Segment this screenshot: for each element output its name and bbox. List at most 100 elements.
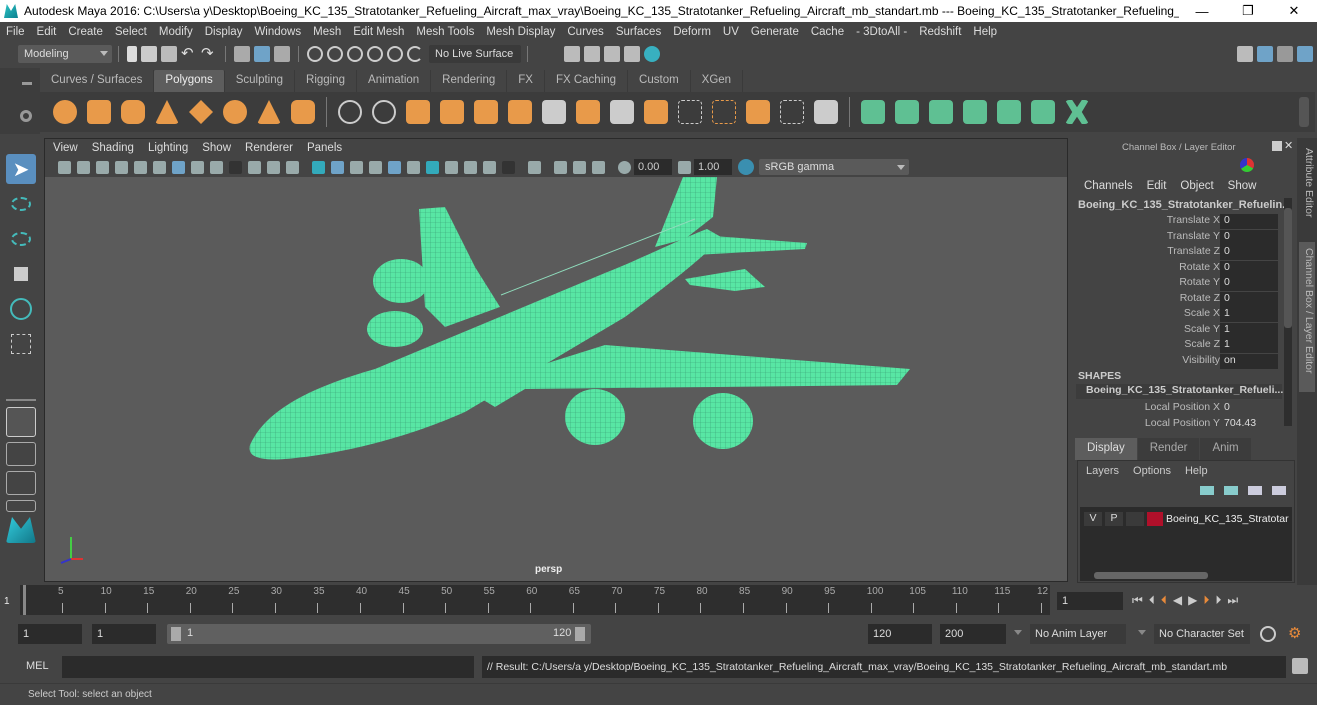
attribute-editor-tab[interactable]: Attribute Editor: [1299, 142, 1315, 238]
ipr-render-icon[interactable]: [604, 46, 620, 62]
playback-start-field[interactable]: 1: [92, 624, 156, 644]
shelf-tab-curves-surfaces[interactable]: Curves / Surfaces: [40, 70, 155, 92]
redo-icon[interactable]: ↷: [201, 46, 217, 62]
layer-visibility-toggle[interactable]: V: [1084, 512, 1102, 526]
channel-row[interactable]: Translate Z0: [1072, 245, 1290, 261]
menu-generate[interactable]: Generate: [751, 26, 799, 38]
channel-row[interactable]: Translate Y0: [1072, 229, 1290, 246]
shelf-tab-custom[interactable]: Custom: [628, 70, 691, 92]
resolution-gate-icon[interactable]: [210, 160, 223, 174]
menu-cache[interactable]: Cache: [811, 26, 844, 38]
menu-edit[interactable]: Edit: [37, 26, 57, 38]
snap-point-icon[interactable]: [347, 46, 363, 62]
step-forward-key-icon[interactable]: ⏵: [1203, 593, 1209, 608]
menu-mesh-tools[interactable]: Mesh Tools: [416, 26, 474, 38]
go-to-end-icon[interactable]: ⏭: [1227, 593, 1238, 608]
lights-icon[interactable]: [407, 160, 420, 174]
bevel-edge-icon[interactable]: [678, 100, 702, 124]
menuset-dropdown[interactable]: Modeling: [18, 45, 112, 63]
color-space-dropdown[interactable]: sRGB gamma: [759, 159, 909, 175]
panel-menu-lighting[interactable]: Lighting: [148, 142, 188, 154]
layer-playback-toggle[interactable]: P: [1105, 512, 1123, 526]
single-perspective-layout-icon[interactable]: [6, 407, 36, 437]
panel-menu-shading[interactable]: Shading: [92, 142, 134, 154]
script-language-toggle[interactable]: MEL: [26, 660, 49, 672]
layer-hscrollbar[interactable]: [1082, 571, 1290, 579]
menu-edit-mesh[interactable]: Edit Mesh: [353, 26, 404, 38]
poly-pipe-icon[interactable]: [291, 100, 315, 124]
select-hierarchy-icon[interactable]: [234, 46, 250, 62]
image-plane-icon[interactable]: [115, 160, 128, 174]
menu-file[interactable]: File: [6, 26, 25, 38]
layer-tab-display[interactable]: Display: [1075, 438, 1137, 460]
planar-map-icon[interactable]: [861, 100, 885, 124]
channel-value[interactable]: 0: [1220, 229, 1278, 245]
menu-modify[interactable]: Modify: [159, 26, 193, 38]
poly-cube-icon[interactable]: [87, 100, 111, 124]
poly-sphere-icon[interactable]: [53, 100, 77, 124]
channel-row[interactable]: Scale Z1: [1072, 338, 1290, 354]
depth-of-field-icon[interactable]: [502, 160, 515, 174]
uv-editor-icon[interactable]: [1031, 100, 1055, 124]
channel-value[interactable]: 1: [1220, 338, 1278, 353]
separate-icon[interactable]: [372, 100, 396, 124]
close-button[interactable]: ✕: [1271, 3, 1317, 19]
poly-cone-icon[interactable]: [155, 100, 179, 124]
script-editor-icon[interactable]: [1292, 658, 1308, 674]
range-bar[interactable]: 1 120: [167, 624, 591, 644]
animation-end-field[interactable]: 200: [940, 624, 1006, 644]
shape-name[interactable]: Boeing_KC_135_Stratotanker_Refueli...: [1076, 384, 1283, 399]
playback-end-field[interactable]: 120: [868, 624, 932, 644]
layer-menu-options[interactable]: Options: [1133, 465, 1171, 477]
rotate-tool-icon[interactable]: [6, 294, 36, 324]
channel-value[interactable]: on: [1220, 353, 1278, 369]
gamma-icon[interactable]: [678, 160, 691, 174]
play-backwards-icon[interactable]: ◀: [1173, 593, 1182, 608]
panel-menu-view[interactable]: View: [53, 142, 78, 154]
smooth-icon[interactable]: [440, 100, 464, 124]
wireframe-on-shaded-icon[interactable]: [369, 160, 382, 174]
grid-toggle-icon[interactable]: [172, 160, 185, 174]
object-name[interactable]: Boeing_KC_135_Stratotanker_Refuelin...: [1078, 199, 1291, 211]
restore-button[interactable]: ❐: [1225, 3, 1271, 19]
menu-help[interactable]: Help: [973, 26, 997, 38]
automatic-map-icon[interactable]: [963, 100, 987, 124]
xray-active-icon[interactable]: [573, 160, 586, 174]
gate-mask-icon[interactable]: [229, 160, 242, 174]
close-panel-icon[interactable]: ✕: [1284, 139, 1293, 152]
color-management-toggle-icon[interactable]: [738, 159, 754, 175]
aircraft-model[interactable]: [249, 177, 910, 460]
go-to-start-icon[interactable]: ⏮: [1132, 593, 1143, 608]
shelf-menu-icon[interactable]: [22, 82, 32, 85]
character-set-chevron-icon[interactable]: [1138, 630, 1146, 635]
menu-surfaces[interactable]: Surfaces: [616, 26, 661, 38]
menu-3dtoall[interactable]: - 3DtoAll -: [856, 26, 907, 38]
panel-menu-show[interactable]: Show: [202, 142, 231, 154]
layer-name[interactable]: Boeing_KC_135_Stratotar: [1166, 513, 1289, 525]
exposure-icon[interactable]: [618, 160, 631, 174]
move-layer-down-icon[interactable]: [1224, 486, 1238, 495]
float-panel-icon[interactable]: [1272, 141, 1282, 151]
cb-menu-edit[interactable]: Edit: [1147, 180, 1167, 192]
channel-value[interactable]: 0: [1220, 214, 1278, 229]
menu-redshift[interactable]: Redshift: [919, 26, 961, 38]
shelf-tab-polygons[interactable]: Polygons: [154, 70, 225, 92]
uv-layout-icon[interactable]: [1065, 100, 1089, 124]
move-layer-up-icon[interactable]: [1200, 486, 1214, 495]
shelf-tab-xgen[interactable]: XGen: [691, 70, 744, 92]
persp-graph-layout-icon[interactable]: [6, 500, 36, 512]
xray-joints-icon[interactable]: [592, 160, 605, 174]
cylindrical-map-icon[interactable]: [895, 100, 919, 124]
channel-value[interactable]: 0: [1220, 401, 1278, 416]
channel-value[interactable]: 0: [1220, 245, 1278, 260]
screen-space-ao-icon[interactable]: [445, 160, 458, 174]
channel-row[interactable]: Rotate Z0: [1072, 291, 1290, 308]
motion-blur-icon[interactable]: [464, 160, 477, 174]
shelf-settings-gear-icon[interactable]: [20, 110, 32, 122]
open-scene-icon[interactable]: [141, 46, 157, 62]
smooth-shade-icon[interactable]: [331, 160, 344, 174]
shelf-tab-animation[interactable]: Animation: [357, 70, 432, 92]
play-forwards-icon[interactable]: ▶: [1188, 593, 1197, 608]
select-tool-icon[interactable]: ➤: [6, 154, 36, 184]
new-layer-icon[interactable]: [1248, 486, 1262, 495]
